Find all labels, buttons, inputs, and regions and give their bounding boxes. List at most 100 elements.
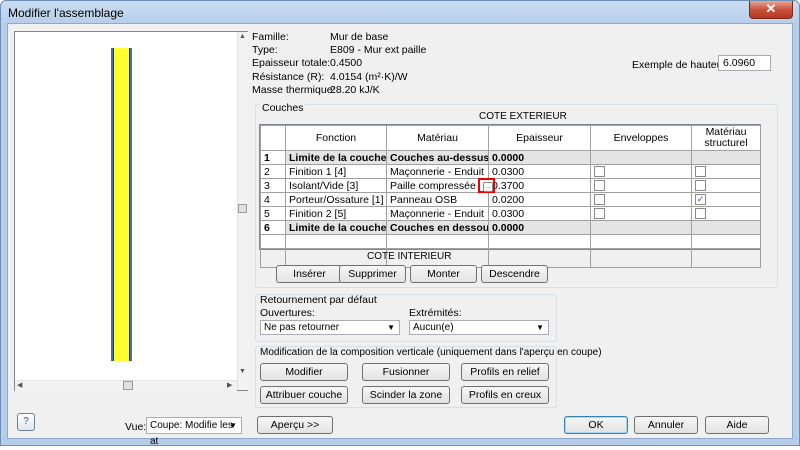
- vertical-scroll-thumb[interactable]: [238, 204, 247, 213]
- empty-cell: [590, 234, 692, 249]
- masse-label: Masse thermique:: [252, 84, 336, 96]
- ends-select[interactable]: Aucun(e) ▼: [409, 320, 549, 335]
- layer-num-cell[interactable]: 4: [260, 192, 286, 207]
- delete-button[interactable]: Supprimer: [339, 265, 406, 283]
- layer-function-cell[interactable]: Isolant/Vide [3]: [285, 178, 387, 193]
- empty-cell: [590, 248, 692, 268]
- type-value: E809 - Mur ext paille: [330, 44, 427, 56]
- table-row[interactable]: 1Limite de la couche prinCouches au-dess…: [260, 150, 761, 165]
- window-title: Modifier l'assemblage: [8, 6, 124, 20]
- layer-material-cell[interactable]: Maçonnerie - Enduit: [386, 206, 489, 221]
- layer-function-cell[interactable]: Finition 1 [4]: [285, 164, 387, 179]
- material-browse-icon: …: [483, 182, 493, 192]
- table-row[interactable]: 4 Porteur/Ossature [1] Panneau OSB 0.0200 ✓: [260, 192, 761, 207]
- layers-group-title: Couches: [260, 102, 306, 114]
- famille-label: Famille:: [252, 31, 289, 43]
- layer-function-cell[interactable]: Finition 2 [5]: [285, 206, 387, 221]
- layer-structural-cell: ✓: [691, 192, 761, 207]
- resistance-value: 4.0154 (m²·K)/W: [330, 71, 408, 83]
- scroll-up-arrow-icon[interactable]: ▲: [239, 33, 246, 40]
- help-icon[interactable]: ?: [17, 413, 35, 431]
- layer-thickness-cell[interactable]: 0.0300: [488, 206, 591, 221]
- ok-button[interactable]: OK: [564, 416, 628, 434]
- scroll-left-arrow-icon[interactable]: ◀: [17, 381, 22, 389]
- layer-structural-cell: [691, 150, 761, 165]
- layer-material-cell[interactable]: Paille compressée: [386, 178, 489, 193]
- openings-select-value: Ne pas retourner: [264, 322, 340, 333]
- layer-thickness-cell[interactable]: 0.0200: [488, 192, 591, 207]
- table-row[interactable]: 6Limite de la couche prinCouches en dess…: [260, 220, 761, 235]
- header-enveloppes[interactable]: Enveloppes: [590, 125, 692, 151]
- move-up-button[interactable]: Monter: [410, 265, 477, 283]
- layer-num-cell[interactable]: 6: [260, 220, 286, 235]
- wraps-checkbox[interactable]: [594, 180, 605, 192]
- scroll-right-arrow-icon[interactable]: ▶: [227, 381, 232, 389]
- preview-horizontal-scrollbar[interactable]: ◀ ▶: [15, 380, 237, 391]
- layer-function-cell[interactable]: Porteur/Ossature [1]: [285, 192, 387, 207]
- preview-vertical-scrollbar[interactable]: ▲ ▼: [237, 32, 248, 390]
- modify-button[interactable]: Modifier: [260, 363, 348, 381]
- layer-thickness-cell[interactable]: 0.0000: [488, 220, 591, 235]
- layer-structural-cell: [691, 206, 761, 221]
- hauteur-input[interactable]: 6.0960: [718, 55, 771, 71]
- layer-num-cell[interactable]: 3: [260, 178, 286, 193]
- layer-thickness-cell[interactable]: 0.0300: [488, 164, 591, 179]
- layers-group: Couches COTE EXTERIEUR Fonction Matériau…: [255, 102, 778, 288]
- view-select-value: Coupe: Modifie les at: [150, 420, 233, 447]
- wraps-checkbox[interactable]: [594, 194, 605, 206]
- structural-material-checkbox[interactable]: [695, 166, 706, 178]
- preview-pane[interactable]: ▲ ▼ ◀ ▶: [14, 31, 248, 391]
- reveals-button[interactable]: Profils en creux: [461, 386, 549, 404]
- layer-num-cell[interactable]: 2: [260, 164, 286, 179]
- view-label: Vue:: [125, 421, 147, 433]
- insert-button[interactable]: Insérer: [276, 265, 343, 283]
- preview-toggle-button[interactable]: Aperçu >>: [257, 416, 333, 434]
- structural-material-checkbox[interactable]: [695, 208, 706, 220]
- table-row[interactable]: 2 Finition 1 [4] Maçonnerie - Enduit 0.0300: [260, 164, 761, 179]
- header-fonction[interactable]: Fonction: [285, 125, 387, 151]
- header-epaisseur[interactable]: Epaisseur: [488, 125, 591, 151]
- cancel-button[interactable]: Annuler: [634, 416, 698, 434]
- header-materiau[interactable]: Matériau: [386, 125, 489, 151]
- empty-cell: [260, 234, 286, 249]
- help-button[interactable]: Aide: [705, 416, 769, 434]
- vertical-structure-title: Modification de la composition verticale…: [260, 347, 602, 358]
- layer-material-cell[interactable]: Couches en dessous: [386, 220, 489, 235]
- layer-structural-cell: [691, 164, 761, 179]
- scroll-down-arrow-icon[interactable]: ▼: [239, 368, 246, 375]
- layer-material-cell[interactable]: Maçonnerie - Enduit: [386, 164, 489, 179]
- exterior-side-caption: COTE EXTERIEUR: [479, 111, 567, 122]
- layer-material-cell[interactable]: Couches au-dessus: [386, 150, 489, 165]
- layer-thickness-cell[interactable]: 0.0000: [488, 150, 591, 165]
- vertical-structure-group: Modification de la composition verticale…: [255, 346, 602, 408]
- view-select[interactable]: Coupe: Modifie les at ▼: [146, 417, 242, 447]
- assign-layer-button[interactable]: Attribuer couche: [260, 386, 348, 404]
- layer-thickness-cell[interactable]: 0.3700: [488, 178, 591, 193]
- header-materiau-structurel[interactable]: Matériau structurel: [691, 125, 761, 151]
- structural-material-checkbox[interactable]: [695, 180, 706, 192]
- close-button[interactable]: ✕: [749, 1, 793, 19]
- empty-cell: [488, 234, 591, 249]
- material-browse-button[interactable]: …: [478, 178, 495, 193]
- chevron-down-icon: ▼: [536, 323, 544, 332]
- layer-num-cell[interactable]: 5: [260, 206, 286, 221]
- split-region-button[interactable]: Scinder la zone: [362, 386, 450, 404]
- horizontal-scroll-thumb[interactable]: [123, 381, 133, 390]
- layer-structural-cell: [691, 178, 761, 193]
- table-row[interactable]: 5 Finition 2 [5] Maçonnerie - Enduit 0.0300: [260, 206, 761, 221]
- structural-material-checkbox[interactable]: ✓: [695, 194, 706, 206]
- openings-select[interactable]: Ne pas retourner ▼: [260, 320, 400, 335]
- ends-label: Extrémités:: [409, 307, 462, 319]
- layer-num-cell[interactable]: 1: [260, 150, 286, 165]
- wraps-checkbox[interactable]: [594, 208, 605, 220]
- layer-wraps-cell: [590, 178, 692, 193]
- layer-function-cell[interactable]: Limite de la couche prin: [285, 220, 387, 235]
- move-down-button[interactable]: Descendre: [481, 265, 548, 283]
- sweeps-button[interactable]: Profils en relief: [461, 363, 549, 381]
- merge-button[interactable]: Fusionner: [362, 363, 450, 381]
- wraps-checkbox[interactable]: [594, 166, 605, 178]
- table-row[interactable]: 3 Isolant/Vide [3] Paille compressée 0.3700: [260, 178, 761, 193]
- layer-function-cell[interactable]: Limite de la couche prin: [285, 150, 387, 165]
- openings-label: Ouvertures:: [260, 307, 315, 319]
- layer-material-cell[interactable]: Panneau OSB: [386, 192, 489, 207]
